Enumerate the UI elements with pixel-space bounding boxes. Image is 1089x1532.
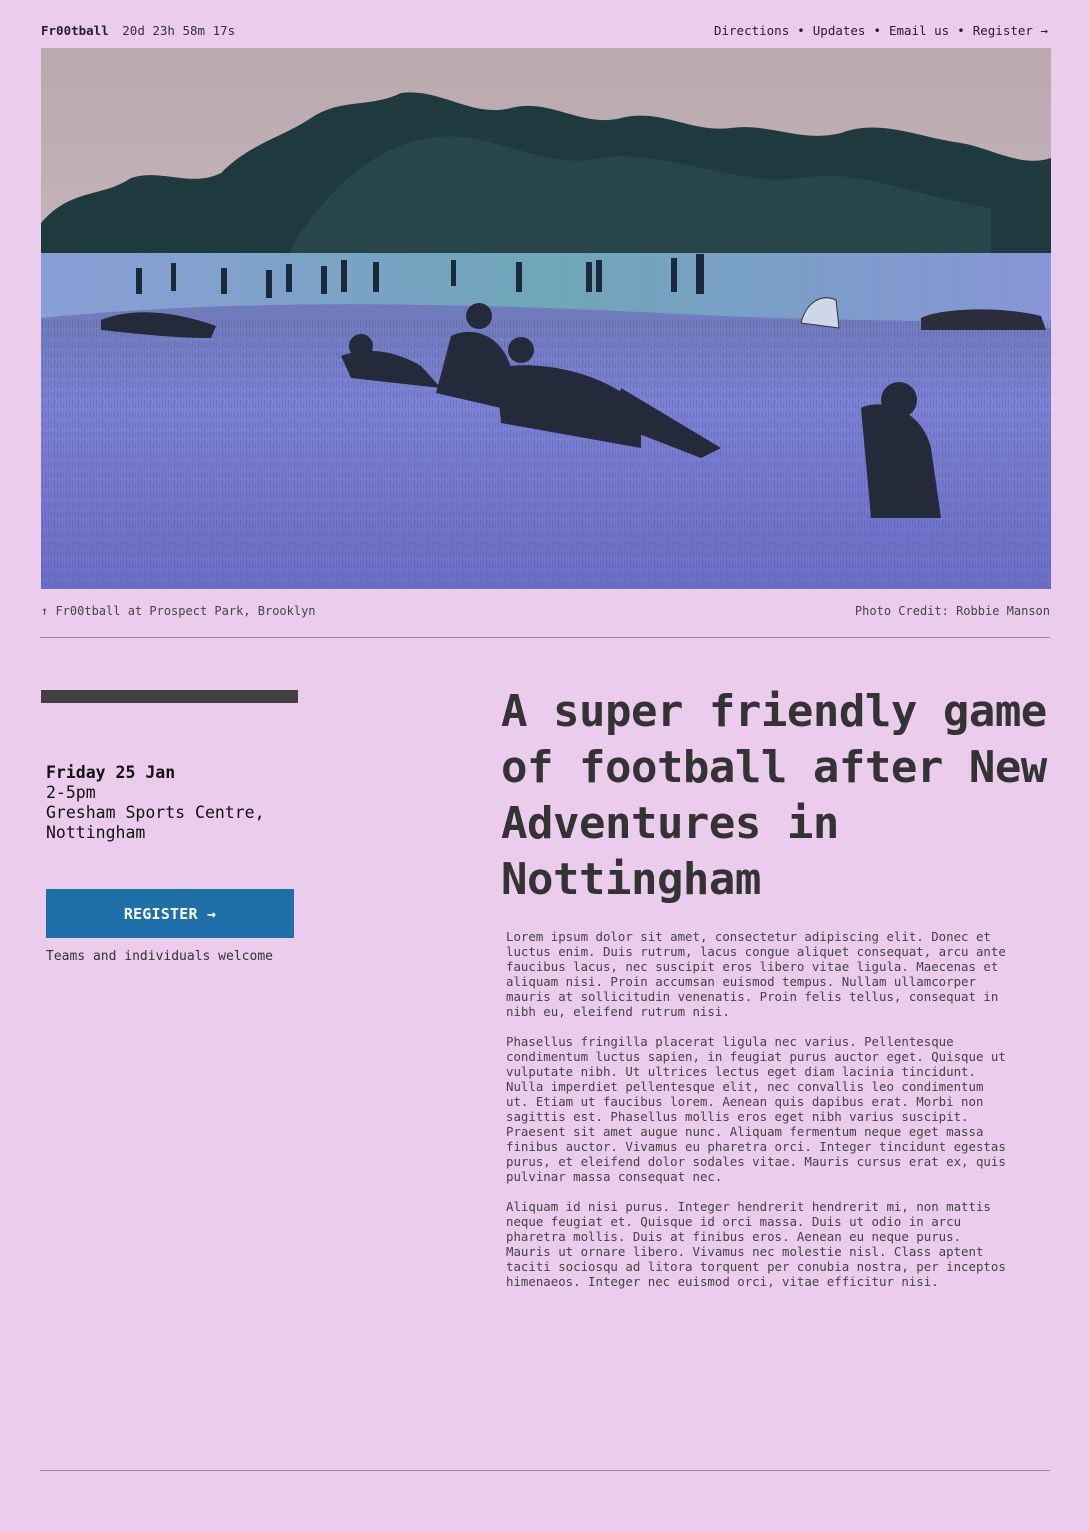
nav-directions[interactable]: Directions (714, 23, 789, 38)
article-paragraph: Phasellus fringilla placerat ligula nec … (506, 1034, 1006, 1184)
photo-caption: ↑ Fr00tball at Prospect Park, Brooklyn (41, 604, 316, 618)
countdown-timer: 20d 23h 58m 17s (122, 22, 236, 38)
divider-bottom (40, 1470, 1050, 1471)
main-nav: Directions • Updates • Email us • Regist… (714, 23, 1048, 38)
event-date: Friday 25 Jan (46, 763, 176, 782)
park-photo-illustration (41, 48, 1051, 589)
nav-separator: • (957, 22, 965, 38)
article-paragraph: Lorem ipsum dolor sit amet, consectetur … (506, 929, 1006, 1019)
event-venue-line2: Nottingham (46, 823, 146, 842)
page-title: A super friendly game of football after … (501, 686, 1047, 905)
brand-logo[interactable]: Fr00tball (41, 23, 109, 38)
hero-photo (41, 48, 1051, 589)
register-button[interactable]: REGISTER → (46, 889, 294, 938)
nav-email-us[interactable]: Email us (889, 23, 949, 38)
register-note: Teams and individuals welcome (46, 949, 273, 964)
event-time: 2-5pm (46, 783, 96, 802)
nav-separator: • (797, 22, 805, 38)
nav-updates[interactable]: Updates (813, 23, 866, 38)
brand-group: Fr00tball 20d 23h 58m 17s (41, 23, 235, 38)
top-bar: Fr00tball 20d 23h 58m 17s Directions • U… (41, 20, 1048, 40)
event-details: Friday 25 Jan 2-5pm Gresham Sports Centr… (46, 763, 265, 843)
accent-bar (41, 690, 298, 703)
nav-separator: • (873, 22, 881, 38)
photo-caption-row: ↑ Fr00tball at Prospect Park, Brooklyn P… (41, 604, 1050, 618)
article-paragraph: Aliquam id nisi purus. Integer hendrerit… (506, 1199, 1006, 1289)
photo-credit: Photo Credit: Robbie Manson (854, 604, 1050, 618)
article-body: Lorem ipsum dolor sit amet, consectetur … (506, 929, 1006, 1304)
divider-top (40, 637, 1050, 638)
nav-register[interactable]: Register → (973, 23, 1048, 38)
event-venue-line1: Gresham Sports Centre, (46, 803, 265, 822)
